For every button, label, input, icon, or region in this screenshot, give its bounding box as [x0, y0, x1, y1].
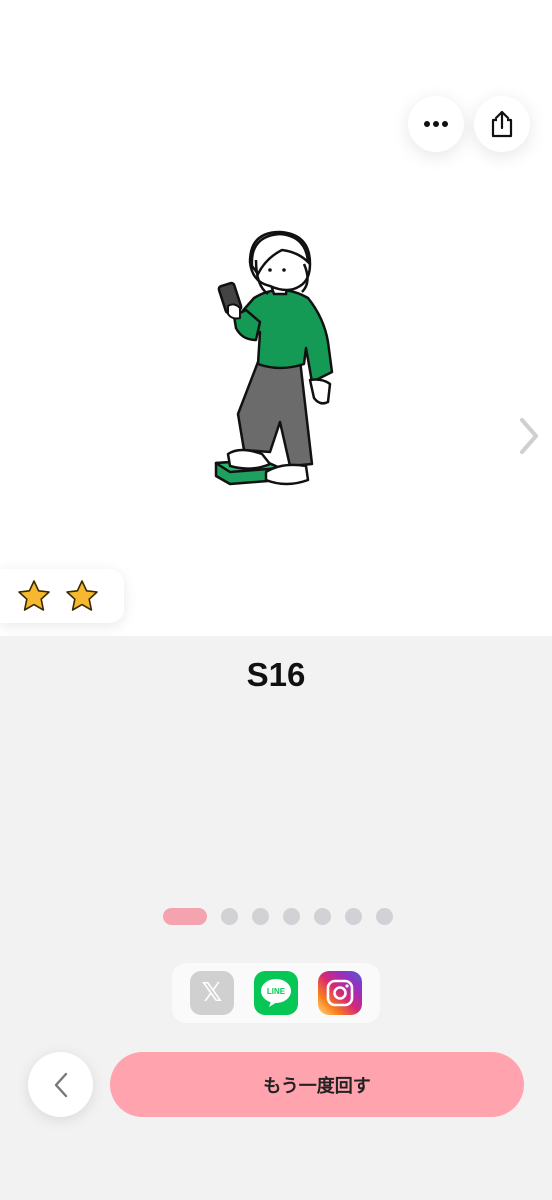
star-icon	[18, 580, 50, 611]
next-chevron-icon[interactable]	[512, 412, 544, 460]
page-dot[interactable]	[376, 907, 393, 925]
share-button[interactable]	[474, 96, 530, 152]
back-button[interactable]	[28, 1052, 93, 1117]
star-icon	[66, 580, 98, 611]
x-icon: 𝕏	[201, 978, 223, 1008]
share-icon	[491, 110, 513, 138]
page-dot[interactable]	[283, 907, 300, 925]
line-icon-label: LINE	[266, 986, 286, 996]
chevron-left-icon	[54, 1072, 67, 1097]
page-dot[interactable]	[221, 907, 238, 925]
page-dot[interactable]	[314, 907, 331, 925]
page-dot-active[interactable]	[163, 907, 207, 925]
pagination-dots	[163, 907, 393, 925]
respin-button[interactable]: もう一度回す	[110, 1052, 524, 1117]
social-share-row: 𝕏 LINE	[172, 963, 380, 1023]
more-icon	[424, 121, 448, 127]
x-share-button[interactable]: 𝕏	[190, 971, 234, 1015]
more-options-button[interactable]	[408, 96, 464, 152]
page-dot[interactable]	[252, 907, 269, 925]
result-code: S16	[246, 656, 306, 693]
instagram-icon	[326, 979, 354, 1007]
hero-image-area	[0, 0, 552, 636]
page-dot[interactable]	[345, 907, 362, 925]
line-share-button[interactable]: LINE	[254, 971, 298, 1015]
person-on-scale-illustration	[214, 230, 334, 486]
instagram-share-button[interactable]	[318, 971, 362, 1015]
rating-card	[0, 569, 124, 623]
